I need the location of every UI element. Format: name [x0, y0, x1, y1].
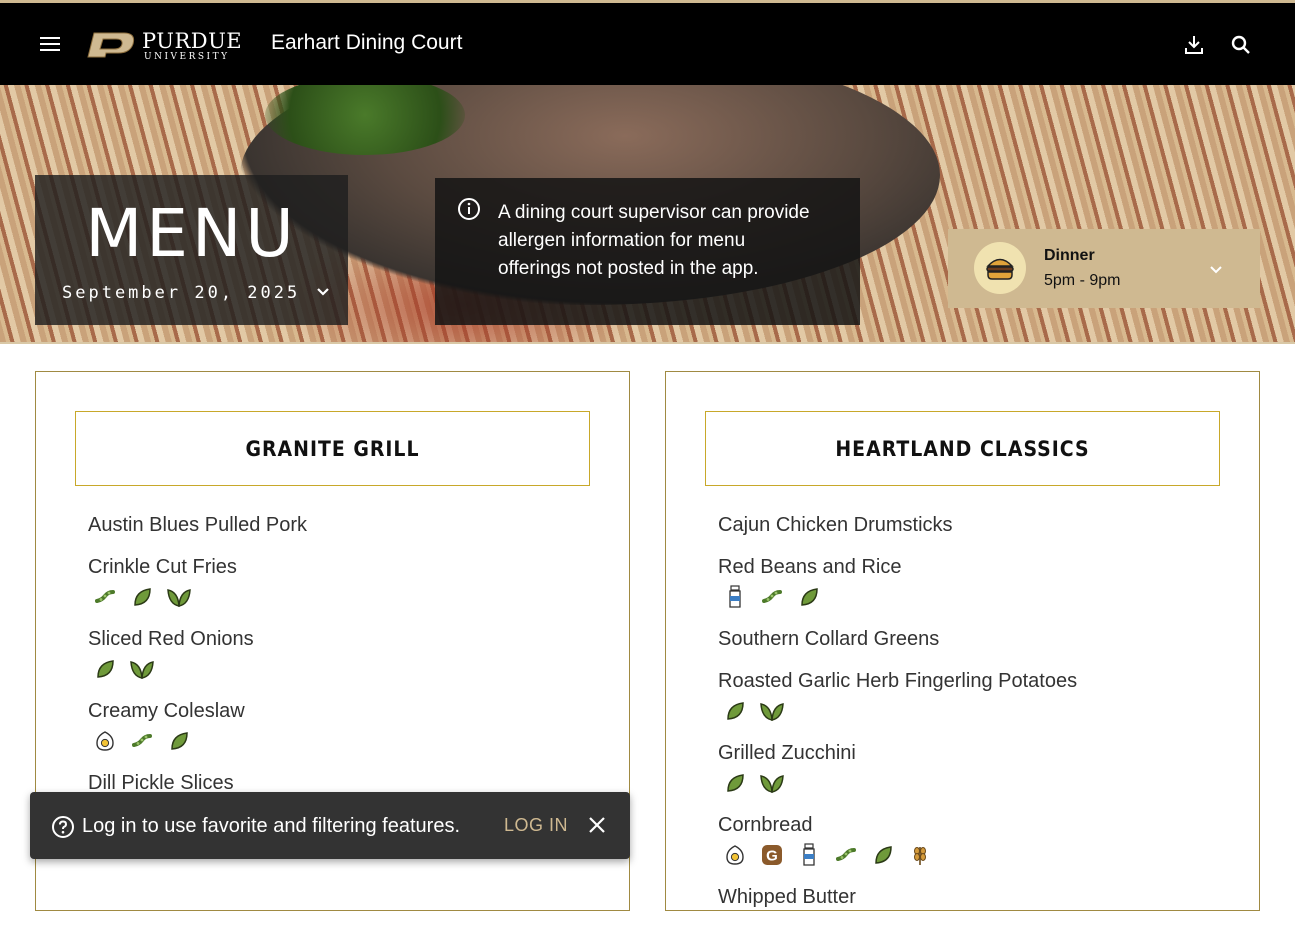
vegan-icon: [759, 698, 785, 724]
soy-icon: [92, 584, 118, 610]
menu-item: Roasted Garlic Herb Fingerling Potatoes: [718, 668, 1218, 724]
meal-time: 5pm - 9pm: [1044, 272, 1121, 289]
menu-item: Whipped Butter: [718, 884, 1218, 910]
meal-selector[interactable]: Dinner 5pm - 9pm: [948, 229, 1260, 308]
menu-item-name[interactable]: Southern Collard Greens: [718, 626, 1218, 652]
menu-item-name[interactable]: Creamy Coleslaw: [88, 698, 588, 724]
egg-icon: [722, 842, 748, 868]
menu-item: Southern Collard Greens: [718, 626, 1218, 652]
dietary-icons: [718, 698, 1218, 724]
menu-item-name[interactable]: Red Beans and Rice: [718, 554, 1218, 580]
vegan-icon: [166, 584, 192, 610]
menu-icon[interactable]: [40, 33, 68, 59]
menu-item: Grilled Zucchini: [718, 740, 1218, 796]
menu-item-name[interactable]: Sliced Red Onions: [88, 626, 588, 652]
menu-item: Cajun Chicken Drumsticks: [718, 512, 1218, 538]
dietary-icons: [88, 656, 588, 682]
info-icon: [457, 197, 481, 221]
gluten-icon: G: [759, 842, 785, 868]
menu-item: Crinkle Cut Fries: [88, 554, 588, 610]
snackbar-message: Log in to use favorite and filtering fea…: [82, 815, 461, 837]
date-text: September 20, 2025: [62, 283, 301, 303]
menu-item: Red Beans and Rice: [718, 554, 1218, 610]
allergen-notice-text: A dining court supervisor can provide al…: [498, 202, 810, 279]
vegetarian-icon: [870, 842, 896, 868]
station-card: HEARTLAND CLASSICS Cajun Chicken Drumsti…: [665, 371, 1260, 911]
dietary-icons: [718, 584, 1218, 610]
chevron-down-icon: [1206, 259, 1226, 279]
station-title: GRANITE GRILL: [75, 411, 590, 486]
milk-icon: [722, 584, 748, 610]
vegetarian-icon: [722, 698, 748, 724]
vegetarian-icon: [166, 728, 192, 754]
soy-icon: [129, 728, 155, 754]
dietary-icons: G: [718, 842, 1218, 868]
page-title: Earhart Dining Court: [271, 31, 463, 54]
vegetarian-icon: [129, 584, 155, 610]
dietary-icons: [718, 770, 1218, 796]
dietary-icons: [88, 584, 588, 610]
help-icon: [51, 815, 75, 839]
menu-item: Creamy Coleslaw: [88, 698, 588, 754]
logo-text: PURDUE: [142, 29, 243, 53]
burger-icon: [974, 242, 1026, 294]
soy-icon: [833, 842, 859, 868]
milk-icon: [796, 842, 822, 868]
menu-item-name[interactable]: Roasted Garlic Herb Fingerling Potatoes: [718, 668, 1218, 694]
chevron-down-icon: [317, 288, 330, 296]
menu-item: Austin Blues Pulled Pork: [88, 512, 588, 538]
menu-item: Cornbread G: [718, 812, 1218, 868]
vegan-icon: [759, 770, 785, 796]
vegetarian-icon: [92, 656, 118, 682]
login-snackbar: Log in to use favorite and filtering fea…: [30, 792, 630, 859]
wheat-icon: [907, 842, 933, 868]
menu-heading: MENU: [85, 195, 298, 272]
menu-item-name[interactable]: Cajun Chicken Drumsticks: [718, 512, 1218, 538]
menu-item-name[interactable]: Austin Blues Pulled Pork: [88, 512, 588, 538]
close-icon[interactable]: [586, 814, 608, 836]
station-items: Cajun Chicken Drumsticks Red Beans and Ri…: [718, 512, 1218, 926]
soy-icon: [759, 584, 785, 610]
menu-item-name[interactable]: Whipped Butter: [718, 884, 1218, 910]
menu-item-name[interactable]: Grilled Zucchini: [718, 740, 1218, 766]
logo-subtext: UNIVERSITY: [144, 52, 230, 62]
menu-item-name[interactable]: Cornbread: [718, 812, 1218, 838]
vegetarian-icon: [722, 770, 748, 796]
dietary-icons: [88, 728, 588, 754]
station-title: HEARTLAND CLASSICS: [705, 411, 1220, 486]
download-icon[interactable]: [1182, 33, 1206, 57]
menu-item: Sliced Red Onions: [88, 626, 588, 682]
top-app-bar: PURDUE UNIVERSITY Earhart Dining Court: [0, 0, 1295, 85]
menu-date-panel: MENU September 20, 2025: [35, 175, 348, 325]
purdue-logo[interactable]: PURDUE UNIVERSITY: [84, 27, 244, 63]
date-selector[interactable]: September 20, 2025: [62, 283, 331, 303]
vegan-icon: [129, 656, 155, 682]
vegetarian-icon: [796, 584, 822, 610]
allergen-notice: A dining court supervisor can provide al…: [435, 178, 860, 325]
login-button[interactable]: LOG IN: [504, 815, 568, 836]
egg-icon: [92, 728, 118, 754]
menu-item-name[interactable]: Crinkle Cut Fries: [88, 554, 588, 580]
search-icon[interactable]: [1229, 33, 1253, 57]
svg-text:G: G: [766, 848, 778, 865]
meal-name: Dinner: [1044, 247, 1095, 264]
